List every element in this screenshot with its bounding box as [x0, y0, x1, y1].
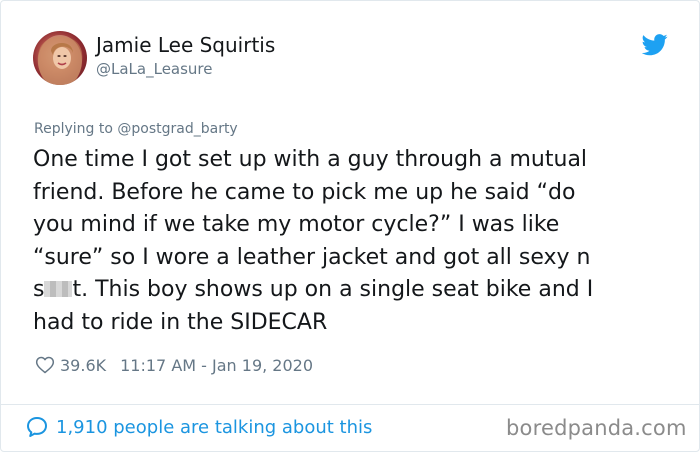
tweet-meta: 39.6K 11:17 AM - Jan 19, 2020 [35, 353, 313, 377]
tweet-header: Jamie Lee Squirtis @LaLa_Leasure [1, 1, 699, 111]
heart-icon [35, 356, 55, 374]
replying-to[interactable]: Replying to @postgrad_barty [34, 121, 238, 137]
tweet-text-line: friend. Before he came to pick me up he … [33, 179, 576, 205]
footer-divider [1, 404, 699, 405]
author-display-name[interactable]: Jamie Lee Squirtis [96, 33, 275, 57]
tweet-text: One time I got set up with a guy through… [33, 144, 673, 339]
tweet-text-line: s t. This boy shows up on a single seat b… [33, 274, 673, 307]
speech-bubble-icon [27, 417, 47, 437]
watermark: boredpanda.com [506, 416, 687, 440]
avatar[interactable] [33, 31, 87, 85]
author-handle[interactable]: @LaLa_Leasure [96, 60, 213, 78]
censored-word-blur [44, 281, 73, 297]
tweet-text-fragment: t. This boy shows up on a single seat bi… [72, 277, 594, 302]
tweet-text-line: “sure” so I wore a leather jacket and go… [33, 244, 591, 270]
tweet-timestamp[interactable]: 11:17 AM - Jan 19, 2020 [120, 356, 313, 375]
twitter-bird-icon[interactable] [642, 34, 668, 56]
conversation-link[interactable]: 1,910 people are talking about this [25, 415, 372, 439]
tweet-text-line: had to ride in the SIDECAR [33, 309, 328, 335]
like-button[interactable]: 39.6K [35, 355, 106, 375]
avatar-photo [37, 35, 83, 85]
conversation-count-text: 1,910 people are talking about this [56, 416, 373, 438]
like-count: 39.6K [60, 355, 107, 375]
tweet-text-fragment: s [33, 277, 45, 302]
tweet-text-line: you mind if we take my motor cycle?” I w… [33, 212, 560, 237]
tweet-card: Jamie Lee Squirtis @LaLa_Leasure Replyin… [0, 0, 700, 452]
tweet-text-line: One time I got set up with a guy through… [33, 147, 588, 172]
